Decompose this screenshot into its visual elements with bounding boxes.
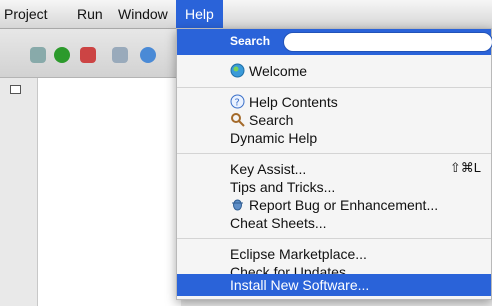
- menu-item-eclipse-marketplace[interactable]: Eclipse Marketplace...: [230, 245, 367, 263]
- help-contents-label: Help Contents: [249, 94, 338, 110]
- menu-item-key-assist[interactable]: Key Assist...: [230, 160, 306, 178]
- bug-report-icon: [230, 197, 245, 212]
- report-bug-label: Report Bug or Enhancement...: [249, 197, 439, 213]
- menu-item-cheat-sheets[interactable]: Cheat Sheets...: [230, 214, 327, 232]
- run-icon[interactable]: [54, 47, 70, 63]
- help-menu: Search Welcome ? Help Contents Search Dy…: [176, 28, 492, 300]
- search-row: Search: [177, 29, 492, 55]
- menu-item-search[interactable]: Search: [230, 111, 293, 129]
- debug-icon[interactable]: [30, 47, 46, 63]
- menu-run[interactable]: Run: [77, 0, 103, 28]
- menu-item-help-contents[interactable]: ? Help Contents: [230, 93, 338, 111]
- menu-help[interactable]: Help: [176, 0, 223, 28]
- new-class-icon[interactable]: [140, 47, 156, 63]
- separator: [177, 238, 491, 239]
- help-question-icon: ?: [230, 94, 245, 109]
- install-new-software-label: Install New Software...: [230, 277, 370, 293]
- separator: [177, 153, 491, 154]
- menu-window[interactable]: Window: [118, 0, 168, 28]
- new-package-icon[interactable]: [112, 47, 128, 63]
- menu-item-tips-and-tricks[interactable]: Tips and Tricks...: [230, 178, 335, 196]
- view-panel: [37, 78, 181, 306]
- external-tools-icon[interactable]: [80, 47, 96, 63]
- menu-item-welcome[interactable]: Welcome: [230, 62, 307, 80]
- welcome-label: Welcome: [249, 63, 308, 79]
- menu-project[interactable]: Project: [4, 0, 48, 28]
- welcome-globe-icon: [230, 63, 245, 78]
- minimize-icon[interactable]: [10, 85, 21, 94]
- search-label-item: Search: [249, 112, 294, 128]
- search-magnifier-icon: [230, 112, 245, 127]
- svg-text:?: ?: [235, 98, 240, 109]
- search-label: Search: [230, 34, 271, 48]
- menu-bar: Project Run Window Help: [0, 0, 492, 29]
- search-input[interactable]: [283, 32, 492, 52]
- menu-item-report-bug[interactable]: Report Bug or Enhancement...: [230, 196, 438, 214]
- menu-item-install-new-software[interactable]: Install New Software...: [177, 274, 491, 296]
- key-assist-shortcut: ⇧⌘L: [449, 160, 481, 175]
- separator: [177, 87, 491, 88]
- menu-item-dynamic-help[interactable]: Dynamic Help: [230, 129, 317, 147]
